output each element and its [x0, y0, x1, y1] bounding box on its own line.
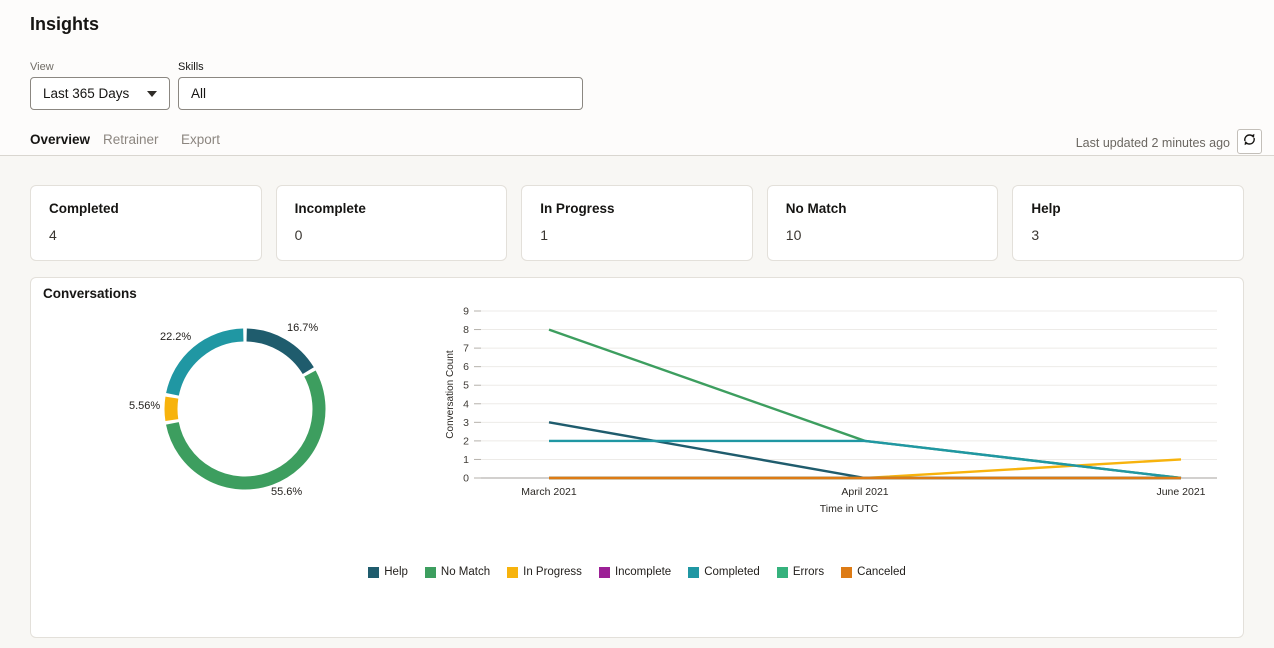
donut-pct-label: 5.56% — [129, 400, 160, 412]
conversations-panel: Conversations 16.7% 22.2% 5.56% 55.6% 0 1 2 3 4… — [30, 277, 1244, 638]
legend-label: Completed — [704, 566, 760, 578]
y-tick-label: 8 — [463, 324, 469, 336]
stat-card-label: No Match — [786, 201, 980, 216]
donut-slice-no-match[interactable] — [172, 374, 319, 483]
stat-card-incomplete[interactable]: Incomplete 0 — [276, 185, 508, 261]
legend-item-help: Help — [368, 566, 408, 578]
conversations-panel-title: Conversations — [43, 286, 137, 301]
legend-item-canceled: Canceled — [841, 566, 906, 578]
donut-slice-completed[interactable] — [172, 335, 243, 394]
stat-card-value: 4 — [49, 227, 243, 243]
donut-slice-in-progress[interactable] — [171, 398, 172, 420]
stat-card-value: 10 — [786, 227, 980, 243]
legend-label: Incomplete — [615, 566, 671, 578]
y-axis-title: Conversation Count — [445, 350, 456, 439]
donut-pct-label: 16.7% — [287, 322, 318, 334]
stat-card-help[interactable]: Help 3 — [1012, 185, 1244, 261]
legend-label: Canceled — [857, 566, 906, 578]
stat-card-label: In Progress — [540, 201, 734, 216]
tab-export[interactable]: Export — [181, 132, 220, 156]
y-tick-label: 2 — [463, 435, 469, 447]
x-tick-label: June 2021 — [1156, 486, 1205, 498]
y-tick-label: 5 — [463, 380, 469, 392]
legend-swatch — [425, 567, 436, 578]
content-area: Completed 4 Incomplete 0 In Progress 1 N… — [0, 156, 1274, 648]
legend-item-incomplete: Incomplete — [599, 566, 671, 578]
legend-label: Help — [384, 566, 408, 578]
legend-swatch — [507, 567, 518, 578]
legend-swatch — [777, 567, 788, 578]
skills-filter-label: Skills — [178, 61, 583, 73]
legend-swatch — [841, 567, 852, 578]
y-tick-label: 0 — [463, 473, 469, 485]
caret-down-icon — [147, 91, 157, 97]
x-tick-label: March 2021 — [521, 486, 577, 498]
line-chart[interactable]: 0 1 2 3 4 5 6 7 8 9 March 2021 April 2021 June 2021 T… — [441, 296, 1251, 546]
view-filter: View Last 365 Days — [30, 61, 170, 110]
legend-item-completed: Completed — [688, 566, 760, 578]
y-tick-label: 3 — [463, 417, 469, 429]
skills-input[interactable]: All — [178, 77, 583, 110]
y-tick-label: 1 — [463, 454, 469, 466]
line-series-in-progress[interactable] — [549, 459, 1181, 478]
stat-card-value: 3 — [1031, 227, 1225, 243]
stat-card-in-progress[interactable]: In Progress 1 — [521, 185, 753, 261]
legend-item-errors: Errors — [777, 566, 824, 578]
legend-label: No Match — [441, 566, 490, 578]
last-updated-text: Last updated 2 minutes ago — [1076, 136, 1230, 150]
stat-card-value: 0 — [295, 227, 489, 243]
donut-slice-help[interactable] — [247, 335, 309, 371]
stat-card-completed[interactable]: Completed 4 — [30, 185, 262, 261]
legend-swatch — [368, 567, 379, 578]
tab-retrainer[interactable]: Retrainer — [103, 132, 159, 156]
line-series-help[interactable] — [549, 422, 1181, 478]
legend-item-no-match: No Match — [425, 566, 490, 578]
legend-swatch — [688, 567, 699, 578]
stat-card-label: Help — [1031, 201, 1225, 216]
donut-chart[interactable] — [130, 294, 360, 524]
insights-page: Insights View Last 365 Days Skills All O… — [0, 0, 1274, 648]
x-axis-title: Time in UTC — [820, 503, 879, 515]
stat-card-label: Completed — [49, 201, 243, 216]
stat-cards-row: Completed 4 Incomplete 0 In Progress 1 N… — [30, 185, 1244, 261]
line-chart-container[interactable]: 0 1 2 3 4 5 6 7 8 9 March 2021 April 2021 June 2021 T… — [441, 296, 1251, 546]
page-title: Insights — [30, 14, 99, 35]
chart-legend: Help No Match In Progress Incomplete Complet… — [31, 566, 1243, 578]
refresh-icon — [1242, 132, 1257, 152]
donut-pct-label: 22.2% — [160, 331, 191, 343]
y-tick-label: 6 — [463, 361, 469, 373]
view-filter-value: Last 365 Days — [43, 86, 129, 101]
stat-card-value: 1 — [540, 227, 734, 243]
legend-label: In Progress — [523, 566, 582, 578]
y-tick-label: 9 — [463, 305, 469, 317]
skills-input-value: All — [191, 86, 206, 101]
legend-swatch — [599, 567, 610, 578]
stat-card-no-match[interactable]: No Match 10 — [767, 185, 999, 261]
view-filter-label: View — [30, 61, 170, 73]
donut-pct-label: 55.6% — [271, 486, 302, 498]
y-tick-label: 4 — [463, 398, 469, 410]
skills-filter: Skills All — [178, 61, 583, 110]
legend-item-in-progress: In Progress — [507, 566, 582, 578]
view-filter-select[interactable]: Last 365 Days — [30, 77, 170, 110]
stat-card-label: Incomplete — [295, 201, 489, 216]
x-tick-label: April 2021 — [841, 486, 888, 498]
y-tick-label: 7 — [463, 343, 469, 355]
refresh-button[interactable] — [1237, 129, 1262, 154]
donut-chart-container[interactable]: 16.7% 22.2% 5.56% 55.6% — [130, 294, 360, 524]
legend-label: Errors — [793, 566, 824, 578]
